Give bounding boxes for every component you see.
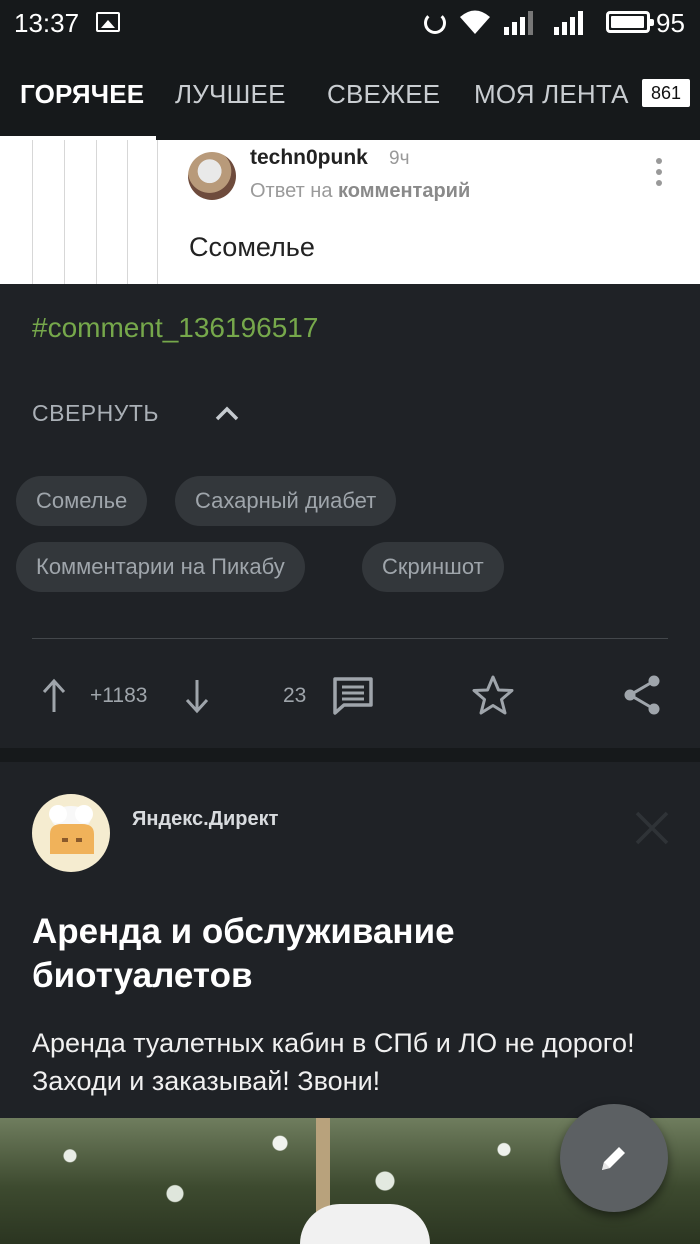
close-icon[interactable] <box>634 810 670 846</box>
ad-description: Аренда туалетных кабин в СПб и ЛО не дор… <box>32 1028 635 1096</box>
collapse-button[interactable]: СВЕРНУТЬ <box>32 400 159 427</box>
reply-prefix: Ответ на <box>250 180 333 202</box>
battery-icon <box>606 11 654 33</box>
comment-time: 9ч <box>389 148 410 169</box>
image-icon <box>96 12 120 32</box>
pole-shape <box>316 1118 330 1218</box>
comments-icon[interactable] <box>332 676 374 716</box>
tent-shape <box>300 1204 430 1244</box>
ad-avatar[interactable] <box>32 794 110 872</box>
ad-title[interactable]: Аренда и обслуживание биотуалетов <box>32 910 652 998</box>
comment-author[interactable]: techn0punk <box>250 146 368 170</box>
tab-best[interactable]: ЛУЧШЕЕ <box>175 79 286 110</box>
tag-chip[interactable]: Сахарный диабет <box>175 476 397 526</box>
pencil-icon <box>602 1147 625 1170</box>
thread-line <box>127 140 128 284</box>
signal-icon <box>554 11 583 35</box>
signal-icon <box>504 11 533 35</box>
avatar[interactable] <box>188 152 236 200</box>
arrow-down-icon[interactable] <box>183 678 211 714</box>
ad-source: Яндекс.Директ <box>132 808 279 830</box>
thread-line <box>157 140 158 284</box>
more-vert-icon[interactable] <box>652 158 666 190</box>
chevron-up-icon[interactable] <box>214 404 240 422</box>
tag-chip[interactable]: Сомелье <box>16 476 148 526</box>
feed-count-badge: 861 <box>642 79 690 107</box>
comment-hashtag-link[interactable]: #comment_136196517 <box>32 312 318 344</box>
status-time: 13:37 <box>14 8 80 38</box>
star-icon[interactable] <box>471 674 515 716</box>
tag-chip[interactable]: Скриншот <box>362 542 504 592</box>
create-post-button[interactable] <box>560 1104 668 1212</box>
share-icon[interactable] <box>622 674 662 716</box>
wifi-icon <box>460 10 490 34</box>
status-bar: 13:37 95 <box>0 0 700 48</box>
tab-hot[interactable]: ГОРЯЧЕЕ <box>20 79 144 110</box>
chef-hat-icon <box>49 805 94 854</box>
thread-line <box>32 140 33 284</box>
comment-card[interactable]: techn0punk 9ч Ответ на комментарий Ссоме… <box>0 140 700 284</box>
thread-line <box>96 140 97 284</box>
tab-bar: ГОРЯЧЕЕ ЛУЧШЕЕ СВЕЖЕЕ МОЯ ЛЕНТА 861 <box>0 48 700 140</box>
battery-percent: 95 <box>656 8 685 38</box>
tab-my-feed[interactable]: МОЯ ЛЕНТА <box>474 79 629 110</box>
comments-count: 23 <box>283 684 307 707</box>
tag-chip[interactable]: Комментарии на Пикабу <box>16 542 305 592</box>
arrow-up-icon[interactable] <box>40 678 68 714</box>
comment-text: Ссомелье <box>189 232 315 262</box>
tab-fresh[interactable]: СВЕЖЕЕ <box>327 79 440 110</box>
sync-icon <box>424 12 446 34</box>
section-separator <box>0 748 700 762</box>
rating-value: +1183 <box>90 684 148 707</box>
reply-info: Ответ на комментарий <box>250 180 470 203</box>
reply-link[interactable]: комментарий <box>338 180 470 202</box>
divider <box>32 638 668 639</box>
thread-line <box>64 140 65 284</box>
